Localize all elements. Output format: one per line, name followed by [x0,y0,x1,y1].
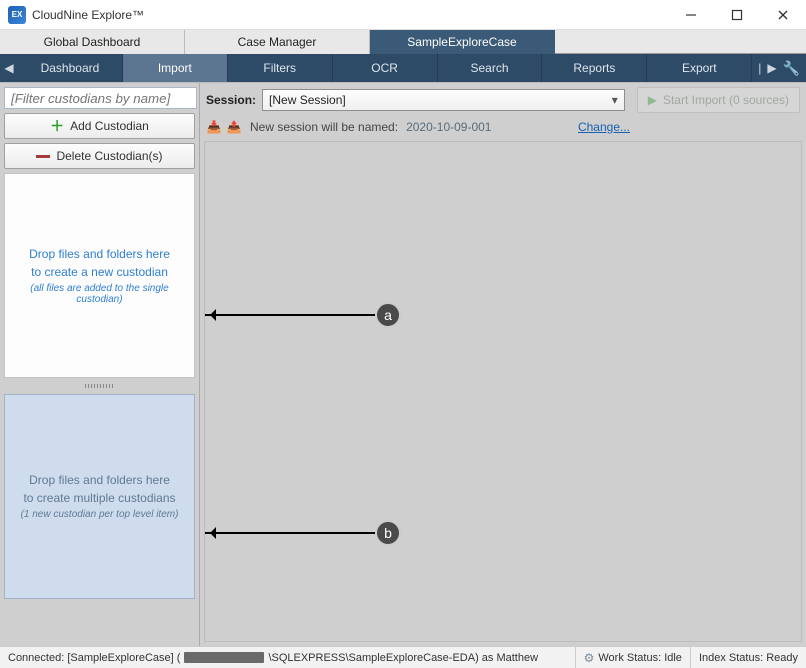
add-custodian-button[interactable]: ＋ Add Custodian [4,113,195,139]
ribbon-scroll-right[interactable]: ▶ [767,61,776,75]
ribbon-item-search[interactable]: Search [438,54,543,82]
dropzone-multi-line1b: to create multiple custodians [23,491,175,505]
redacted-server-name [184,652,264,663]
delete-custodian-label: Delete Custodian(s) [56,149,162,163]
play-icon: ▶ [648,93,657,107]
change-session-name-link[interactable]: Change... [578,120,630,134]
session-export-icon[interactable]: 📤 [226,119,242,135]
session-name-label: New session will be named: [250,120,398,134]
ribbon-item-dashboard[interactable]: Dashboard [18,54,123,82]
annotation-a: a [375,302,401,328]
dropzone-single-custodian[interactable]: Drop files and folders here to create a … [4,173,195,378]
start-import-label: Start Import (0 sources) [663,93,789,107]
ribbon-item-ocr[interactable]: OCR [333,54,438,82]
plus-icon: ＋ [50,119,64,133]
custodian-filter-input[interactable] [4,87,197,109]
import-panel: Session: [New Session] ▾ ▶ Start Import … [200,83,806,646]
ribbon-item-export[interactable]: Export [647,54,752,82]
dropzone-multi-line2: (1 new custodian per top level item) [21,509,179,520]
dropzone-multi-custodian[interactable]: Drop files and folders here to create mu… [4,394,195,599]
start-import-button[interactable]: ▶ Start Import (0 sources) [637,87,800,113]
ribbon-divider: | [758,61,761,75]
case-tabs: Global Dashboard Case Manager SampleExpl… [0,30,806,54]
session-select[interactable]: [New Session] ▾ [262,89,625,111]
session-import-icon[interactable]: 📥 [206,119,222,135]
status-connection: Connected: [SampleExploreCase] (\SQLEXPR… [0,647,576,668]
status-index: Index Status: Ready [691,647,806,668]
title-bar: EX CloudNine Explore™ [0,0,806,30]
minus-icon [36,155,50,158]
settings-wrench-icon[interactable]: 🔧 [783,60,800,77]
app-title: CloudNine Explore™ [32,8,668,22]
ribbon-item-reports[interactable]: Reports [542,54,647,82]
dropzone-single-line2: (all files are added to the single custo… [13,283,186,305]
minimize-button[interactable] [668,0,714,30]
session-name-value: 2020-10-09-001 [406,120,491,134]
ribbon-nav: ◀ Dashboard Import Filters OCR Search Re… [0,54,806,82]
ribbon-scroll-left[interactable]: ◀ [0,54,18,82]
annotation-b: b [375,520,401,546]
close-button[interactable] [760,0,806,30]
status-work: ⚙ Work Status: Idle [576,647,691,668]
maximize-button[interactable] [714,0,760,30]
tab-case-manager[interactable]: Case Manager [185,30,370,54]
ribbon-item-import[interactable]: Import [123,54,228,82]
ribbon-item-filters[interactable]: Filters [228,54,333,82]
add-custodian-label: Add Custodian [70,119,149,133]
gear-icon: ⚙ [584,651,595,665]
import-sources-area: a b [204,141,802,642]
dropzone-single-line1a: Drop files and folders here [29,247,170,261]
chevron-down-icon: ▾ [612,93,618,107]
dropzone-single-line1b: to create a new custodian [31,265,168,279]
dropzone-multi-line1a: Drop files and folders here [29,473,170,487]
tab-sample-explore-case[interactable]: SampleExploreCase [370,30,555,54]
status-bar: Connected: [SampleExploreCase] (\SQLEXPR… [0,646,806,668]
session-select-value: [New Session] [269,93,346,107]
tab-global-dashboard[interactable]: Global Dashboard [0,30,185,54]
custodian-panel: ⟳ ＋ Add Custodian Delete Custodian(s) Dr… [0,83,200,646]
panel-splitter[interactable] [4,382,195,390]
session-label: Session: [206,93,256,107]
delete-custodian-button[interactable]: Delete Custodian(s) [4,143,195,169]
app-icon: EX [8,6,26,24]
